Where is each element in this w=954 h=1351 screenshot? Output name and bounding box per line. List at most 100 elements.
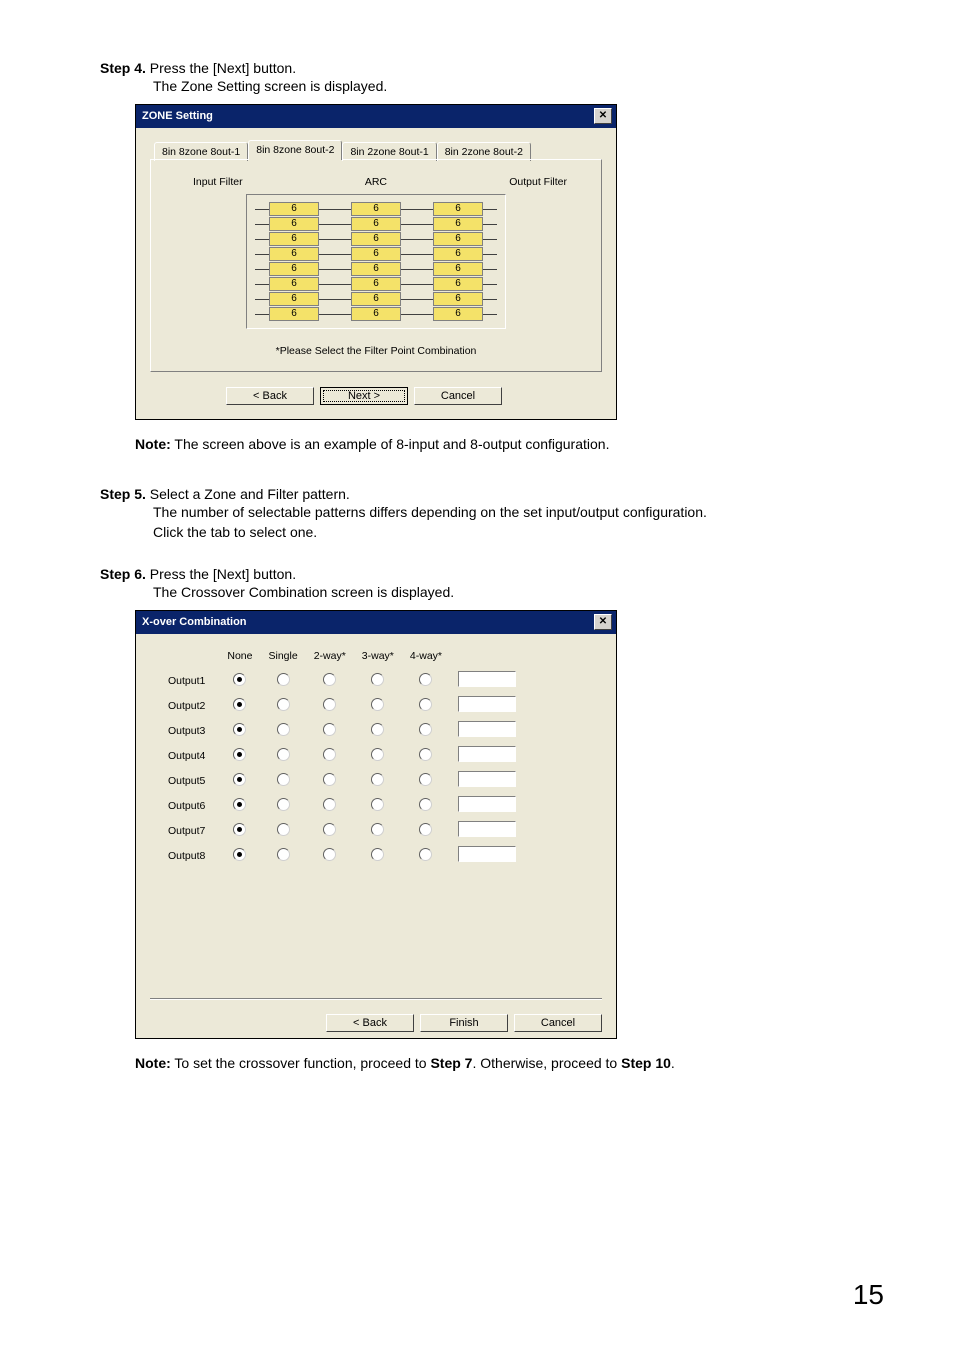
filter-box[interactable]: 6 (269, 247, 319, 261)
col-output-filter: Output Filter (509, 176, 567, 188)
filter-box[interactable]: 6 (433, 277, 483, 291)
filter-box[interactable]: 6 (269, 232, 319, 246)
filter-box[interactable]: 6 (351, 307, 401, 321)
radio-option[interactable] (323, 823, 336, 836)
zone-hint: *Please Select the Filter Point Combinat… (163, 345, 589, 357)
filter-box[interactable]: 6 (433, 292, 483, 306)
radio-option[interactable] (233, 748, 246, 761)
radio-option[interactable] (323, 673, 336, 686)
xover-row: Output6 (150, 793, 524, 818)
filter-box[interactable]: 6 (433, 262, 483, 276)
radio-option[interactable] (419, 848, 432, 861)
radio-option[interactable] (323, 773, 336, 786)
radio-option[interactable] (419, 748, 432, 761)
close-icon[interactable]: ✕ (594, 614, 612, 630)
filter-box[interactable]: 6 (269, 277, 319, 291)
filter-box[interactable]: 6 (351, 217, 401, 231)
xover-name-field[interactable] (458, 771, 516, 787)
xover-row: Output4 (150, 743, 524, 768)
xover-name-field[interactable] (458, 796, 516, 812)
xover-name-field[interactable] (458, 846, 516, 862)
back-button[interactable]: < Back (326, 1014, 414, 1032)
filter-box[interactable]: 6 (269, 292, 319, 306)
radio-option[interactable] (277, 823, 290, 836)
xover-name-field[interactable] (458, 696, 516, 712)
radio-option[interactable] (419, 673, 432, 686)
filter-box[interactable]: 6 (351, 232, 401, 246)
back-button[interactable]: < Back (226, 387, 314, 405)
xover-col-header: Single (260, 648, 305, 668)
radio-option[interactable] (233, 723, 246, 736)
radio-option[interactable] (371, 673, 384, 686)
diagram-row: 6 6 6 (255, 307, 497, 321)
filter-box[interactable]: 6 (351, 262, 401, 276)
radio-option[interactable] (323, 698, 336, 711)
radio-option[interactable] (277, 748, 290, 761)
diagram-row: 6 6 6 (255, 247, 497, 261)
cancel-button[interactable]: Cancel (514, 1014, 602, 1032)
filter-box[interactable]: 6 (433, 307, 483, 321)
close-icon[interactable]: ✕ (594, 108, 612, 124)
radio-option[interactable] (323, 748, 336, 761)
xover-title: X-over Combination (142, 616, 247, 628)
xover-row-label: Output3 (150, 718, 219, 743)
radio-option[interactable] (371, 798, 384, 811)
filter-box[interactable]: 6 (433, 217, 483, 231)
radio-option[interactable] (419, 723, 432, 736)
zone-titlebar: ZONE Setting ✕ (136, 105, 616, 128)
next-button[interactable]: Next > (320, 387, 408, 405)
filter-box[interactable]: 6 (269, 202, 319, 216)
radio-option[interactable] (277, 698, 290, 711)
diagram-row: 6 6 6 (255, 277, 497, 291)
radio-option[interactable] (419, 698, 432, 711)
filter-box[interactable]: 6 (433, 202, 483, 216)
filter-box[interactable]: 6 (433, 247, 483, 261)
radio-option[interactable] (233, 798, 246, 811)
cancel-button[interactable]: Cancel (414, 387, 502, 405)
radio-option[interactable] (277, 848, 290, 861)
step5-text1: Select a Zone and Filter pattern. (150, 486, 350, 502)
filter-box[interactable]: 6 (269, 262, 319, 276)
radio-option[interactable] (371, 773, 384, 786)
xover-name-field[interactable] (458, 821, 516, 837)
radio-option[interactable] (233, 673, 246, 686)
radio-option[interactable] (419, 773, 432, 786)
filter-box[interactable]: 6 (433, 232, 483, 246)
radio-option[interactable] (277, 798, 290, 811)
zone-tab[interactable]: 8in 8zone 8out-2 (248, 140, 342, 160)
filter-box[interactable]: 6 (269, 307, 319, 321)
filter-box[interactable]: 6 (351, 292, 401, 306)
filter-box[interactable]: 6 (351, 247, 401, 261)
radio-option[interactable] (233, 823, 246, 836)
step4-text1: Press the [Next] button. (150, 60, 296, 76)
radio-option[interactable] (277, 773, 290, 786)
xover-name-field[interactable] (458, 671, 516, 687)
radio-option[interactable] (371, 848, 384, 861)
radio-option[interactable] (371, 723, 384, 736)
diagram-row: 6 6 6 (255, 292, 497, 306)
radio-option[interactable] (323, 723, 336, 736)
step6-label: Step 6. (100, 566, 146, 582)
radio-option[interactable] (419, 798, 432, 811)
radio-option[interactable] (371, 748, 384, 761)
radio-option[interactable] (419, 823, 432, 836)
diagram-row: 6 6 6 (255, 232, 497, 246)
xover-row: Output1 (150, 668, 524, 693)
radio-option[interactable] (277, 723, 290, 736)
xover-row-label: Output2 (150, 693, 219, 718)
radio-option[interactable] (323, 848, 336, 861)
radio-option[interactable] (233, 773, 246, 786)
filter-box[interactable]: 6 (269, 217, 319, 231)
radio-option[interactable] (233, 698, 246, 711)
finish-button[interactable]: Finish (420, 1014, 508, 1032)
radio-option[interactable] (277, 673, 290, 686)
filter-box[interactable]: 6 (351, 202, 401, 216)
radio-option[interactable] (233, 848, 246, 861)
xover-name-field[interactable] (458, 721, 516, 737)
xover-name-field[interactable] (458, 746, 516, 762)
radio-option[interactable] (323, 798, 336, 811)
filter-box[interactable]: 6 (351, 277, 401, 291)
radio-option[interactable] (371, 698, 384, 711)
note1-label: Note: (135, 436, 171, 452)
radio-option[interactable] (371, 823, 384, 836)
